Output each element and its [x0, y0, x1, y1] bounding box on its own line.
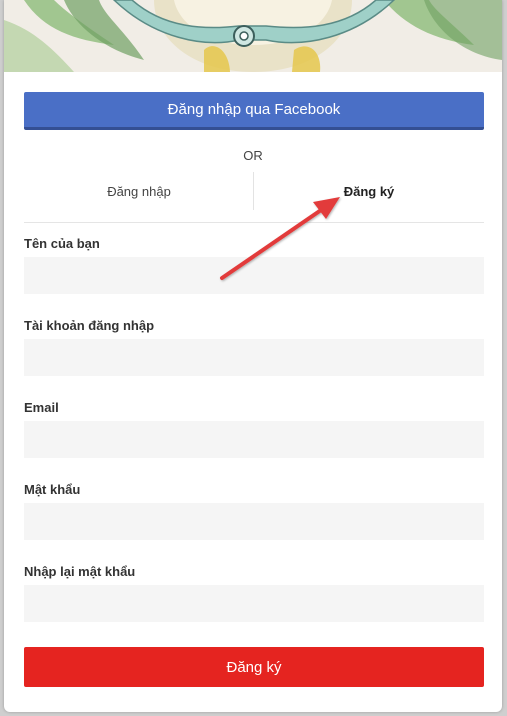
name-input[interactable]	[24, 257, 484, 294]
banner-illustration	[4, 0, 502, 72]
username-input[interactable]	[24, 339, 484, 376]
or-divider: OR	[243, 148, 263, 163]
register-submit-button[interactable]: Đăng ký	[24, 647, 484, 687]
email-label: Email	[24, 400, 59, 415]
password-label: Mật khẩu	[24, 482, 81, 497]
email-input[interactable]	[24, 421, 484, 458]
register-modal: Đăng nhập qua Facebook OR Đăng nhập Đăng…	[4, 0, 502, 712]
confirm-password-label: Nhập lại mật khẩu	[24, 564, 136, 579]
auth-tabs: Đăng nhập Đăng ký	[24, 172, 484, 223]
tab-login[interactable]: Đăng nhập	[24, 172, 254, 210]
name-label: Tên của bạn	[24, 236, 100, 251]
password-input[interactable]	[24, 503, 484, 540]
confirm-password-input[interactable]	[24, 585, 484, 622]
username-label: Tài khoản đăng nhập	[24, 318, 155, 333]
tab-register[interactable]: Đăng ký	[254, 172, 484, 210]
facebook-login-button[interactable]: Đăng nhập qua Facebook	[24, 92, 484, 130]
